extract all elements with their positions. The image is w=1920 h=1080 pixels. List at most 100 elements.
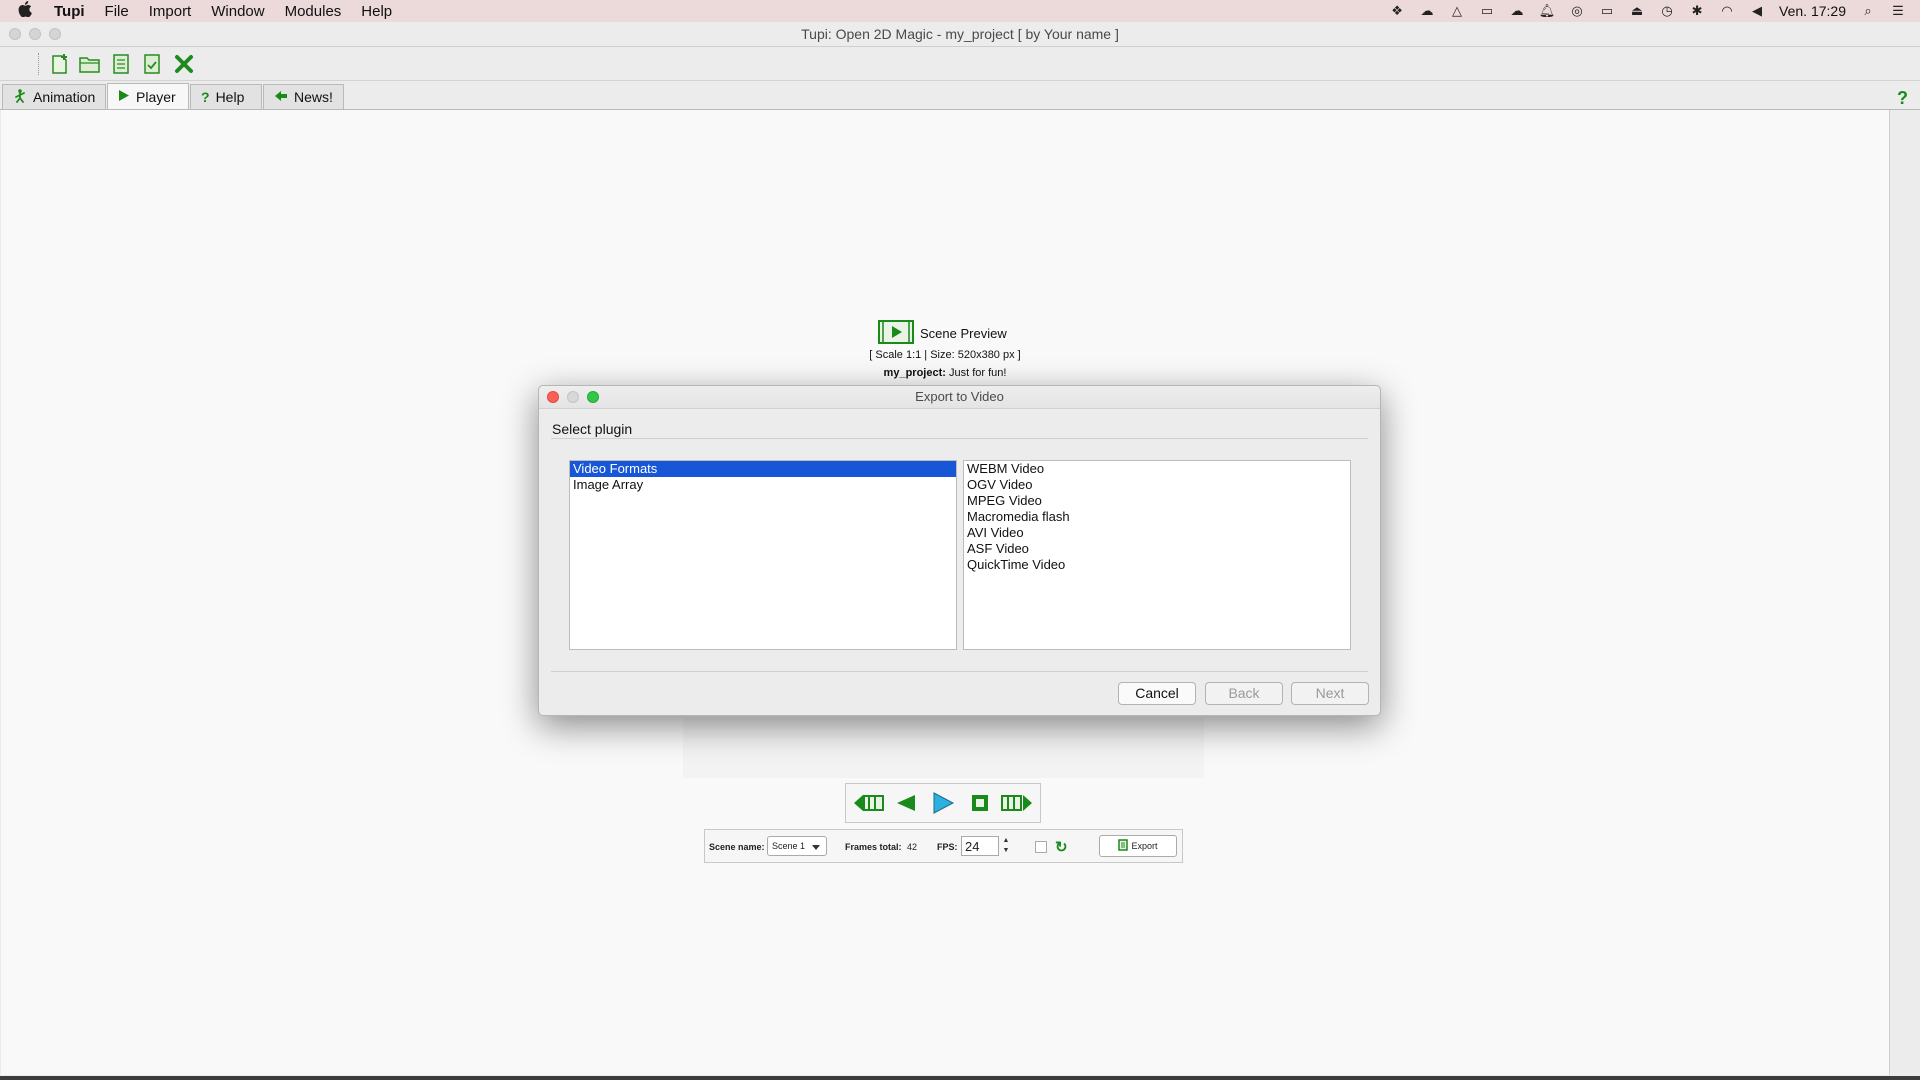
- plugin-item-image-array[interactable]: Image Array: [570, 477, 956, 493]
- menu-help[interactable]: Help: [361, 3, 392, 20]
- menu-app-name[interactable]: Tupi: [54, 3, 85, 20]
- format-item-webm[interactable]: WEBM Video: [964, 461, 1350, 477]
- project-description: Just for fun!: [948, 367, 1007, 379]
- main-toolbar: [0, 47, 1920, 81]
- window-title: Tupi: Open 2D Magic - my_project [ by Yo…: [801, 26, 1119, 42]
- new-document-icon[interactable]: [48, 52, 72, 76]
- cloud-icon[interactable]: ☁: [1419, 3, 1435, 18]
- cancel-button[interactable]: Cancel: [1118, 682, 1196, 705]
- tab-player-label: Player: [136, 88, 176, 105]
- close-project-icon[interactable]: [172, 52, 196, 76]
- status-menu-area: ❖ ☁ △ ▭ ☁ 🔔︎ ◎ ▭ ⏏ ◷ ✱ ◠ ◀︎ Ven. 17:29 ⌕…: [1389, 0, 1906, 22]
- tab-help-label: Help: [215, 89, 245, 105]
- notification-bell-icon[interactable]: 🔔︎: [1539, 3, 1556, 18]
- format-item-ogv[interactable]: OGV Video: [964, 477, 1350, 493]
- player-controls: [845, 783, 1041, 823]
- dialog-title: Export to Video: [915, 389, 1004, 404]
- preview-header: Scene Preview: [878, 320, 1007, 347]
- tab-animation-label: Animation: [33, 89, 96, 105]
- dialog-window-controls: [547, 391, 599, 403]
- spotlight-search-icon[interactable]: ⌕: [1860, 3, 1876, 18]
- fps-label: FPS:: [937, 842, 958, 852]
- rewind-to-start-button[interactable]: [853, 789, 885, 817]
- airplay-icon[interactable]: ▭: [1599, 3, 1615, 18]
- tab-news-label: News!: [294, 89, 333, 105]
- apple-menu-icon[interactable]: [18, 0, 38, 22]
- tab-player[interactable]: Player: [107, 83, 189, 109]
- stop-button[interactable]: [964, 789, 996, 817]
- question-icon: ?: [201, 89, 210, 105]
- tab-help[interactable]: ? Help: [190, 84, 262, 109]
- tab-news[interactable]: News!: [263, 84, 344, 109]
- save-as-icon[interactable]: [140, 52, 164, 76]
- notification-center-icon[interactable]: ☰: [1890, 3, 1906, 18]
- window-titlebar: Tupi: Open 2D Magic - my_project [ by Yo…: [0, 22, 1920, 47]
- wifi-icon[interactable]: ◠: [1719, 3, 1735, 18]
- scene-select[interactable]: Scene 1: [767, 836, 827, 856]
- menu-modules[interactable]: Modules: [285, 3, 342, 20]
- bluetooth-icon[interactable]: ✱: [1689, 3, 1705, 18]
- news-icon: [274, 89, 288, 105]
- dropbox-icon[interactable]: ❖: [1389, 3, 1405, 18]
- desktop-strip: [0, 1076, 1920, 1080]
- preview-info: [ Scale 1:1 | Size: 520x380 px ]: [869, 349, 1021, 361]
- plugin-list[interactable]: Video Formats Image Array: [569, 460, 957, 650]
- eject-icon[interactable]: ⏏: [1629, 3, 1645, 18]
- scene-name-label: Scene name:: [709, 842, 765, 852]
- play-backward-button[interactable]: [890, 789, 922, 817]
- inbox-icon[interactable]: ▭: [1479, 3, 1495, 18]
- open-folder-icon[interactable]: [78, 52, 102, 76]
- help-icon[interactable]: ?: [1897, 88, 1908, 109]
- play-icon: [118, 89, 130, 105]
- divider: [551, 671, 1368, 672]
- back-button[interactable]: Back: [1205, 682, 1283, 705]
- format-item-flash[interactable]: Macromedia flash: [964, 509, 1350, 525]
- frames-total-value: 42: [907, 842, 918, 852]
- play-forward-button[interactable]: [927, 789, 959, 817]
- tab-animation[interactable]: Animation: [2, 84, 106, 109]
- menu-window[interactable]: Window: [211, 3, 264, 20]
- creative-cloud-icon[interactable]: ◎: [1569, 3, 1585, 18]
- menu-file[interactable]: File: [105, 3, 129, 20]
- toolbar-grip[interactable]: [38, 53, 42, 75]
- format-item-asf[interactable]: ASF Video: [964, 541, 1350, 557]
- preview-title: Scene Preview: [920, 326, 1007, 341]
- format-item-avi[interactable]: AVI Video: [964, 525, 1350, 541]
- export-to-video-dialog: Export to Video Select plugin Video Form…: [538, 385, 1381, 716]
- loop-checkbox[interactable]: [1035, 841, 1047, 853]
- select-plugin-heading: Select plugin: [552, 421, 633, 437]
- menu-bar: Tupi File Import Window Modules Help ❖ ☁…: [0, 0, 1920, 22]
- export-button-label: Export: [1131, 841, 1158, 851]
- format-list[interactable]: WEBM Video OGV Video MPEG Video Macromed…: [963, 460, 1351, 650]
- dialog-zoom-button[interactable]: [587, 391, 599, 403]
- export-icon: [1118, 839, 1129, 853]
- project-line: my_project: Just for fun!: [1, 367, 1889, 379]
- menu-clock[interactable]: Ven. 17:29: [1779, 3, 1846, 19]
- player-status-bar: Scene name: Scene 1 Frames total: 42 FPS…: [704, 829, 1183, 863]
- plugin-item-video-formats[interactable]: Video Formats: [570, 461, 956, 477]
- cloud-sync-icon[interactable]: ☁: [1509, 3, 1525, 18]
- frames-total-label: Frames total:: [845, 842, 902, 852]
- animation-icon: [13, 88, 27, 106]
- fps-stepper[interactable]: ▲ ▼: [1001, 836, 1011, 856]
- volume-icon[interactable]: ◀︎: [1749, 3, 1765, 18]
- film-icon: [878, 320, 914, 347]
- drive-icon[interactable]: △: [1449, 3, 1465, 18]
- scene-select-value: Scene 1: [772, 841, 806, 851]
- dialog-close-button[interactable]: [547, 391, 559, 403]
- save-icon[interactable]: [109, 52, 133, 76]
- menu-import[interactable]: Import: [149, 3, 192, 20]
- fps-input[interactable]: 24: [961, 836, 999, 856]
- divider: [551, 438, 1368, 439]
- next-button[interactable]: Next: [1291, 682, 1369, 705]
- format-item-mpeg[interactable]: MPEG Video: [964, 493, 1350, 509]
- time-machine-icon[interactable]: ◷: [1659, 3, 1675, 18]
- project-name: my_project:: [883, 367, 946, 379]
- format-item-quicktime[interactable]: QuickTime Video: [964, 557, 1350, 573]
- loop-icon: ↻: [1055, 839, 1068, 856]
- dialog-minimize-button[interactable]: [567, 391, 579, 403]
- forward-to-end-button[interactable]: [1001, 789, 1033, 817]
- export-button[interactable]: Export: [1099, 835, 1177, 857]
- scene-canvas: [683, 718, 1204, 778]
- module-tabs: Animation Player ? Help News!: [0, 81, 1920, 110]
